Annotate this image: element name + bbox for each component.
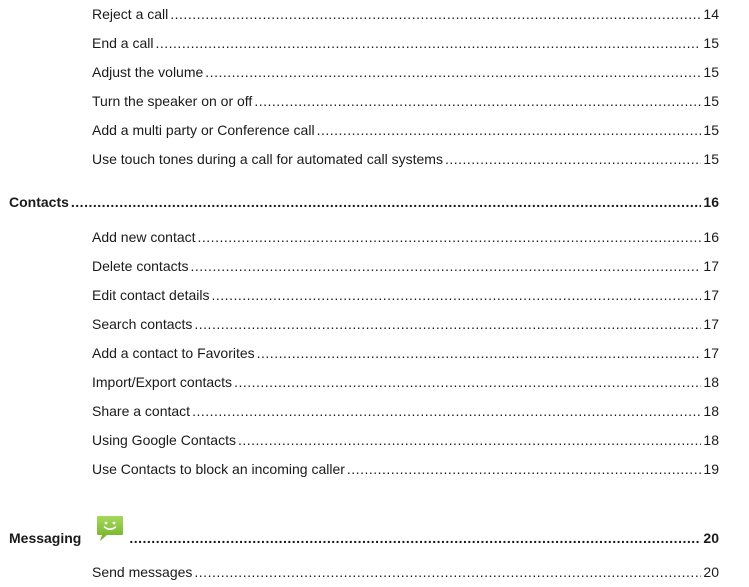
toc-page-number: 19 — [703, 461, 719, 477]
toc-entry-label: Send messages — [92, 564, 193, 580]
toc-entry-favorites[interactable]: Add a contact to Favorites 17 — [92, 344, 719, 362]
dot-leader — [317, 121, 702, 139]
dot-leader — [170, 5, 701, 23]
dot-leader — [445, 150, 701, 168]
toc-section-label: Contacts — [9, 194, 69, 210]
dot-leader — [234, 373, 701, 391]
toc-entry-label: Use Contacts to block an incoming caller — [92, 461, 345, 477]
toc-entry-delete-contacts[interactable]: Delete contacts 17 — [92, 257, 719, 275]
toc-entry-label: Import/Export contacts — [92, 374, 233, 390]
dot-leader — [347, 460, 702, 478]
toc-entry-block-caller[interactable]: Use Contacts to block an incoming caller… — [92, 460, 719, 478]
toc-page-number: 16 — [703, 194, 719, 210]
toc-page-number: 18 — [703, 403, 719, 419]
toc-page-number: 15 — [703, 35, 719, 51]
toc-page-number: 16 — [703, 229, 719, 245]
toc-entry-label: Reject a call — [92, 6, 169, 22]
toc-page-number: 18 — [703, 374, 719, 390]
dot-leader — [257, 344, 702, 362]
dot-leader — [194, 315, 701, 333]
toc-page-number: 15 — [703, 64, 719, 80]
dot-leader — [192, 402, 701, 420]
toc-entry-label: Adjust the volume — [92, 64, 204, 80]
dot-leader — [71, 193, 702, 211]
dot-leader — [198, 228, 702, 246]
toc-section-messaging[interactable]: Messaging 20 — [9, 513, 719, 547]
toc-page-number: 17 — [703, 287, 719, 303]
toc-page-number: 17 — [703, 345, 719, 361]
toc-entry-import-export[interactable]: Import/Export contacts 18 — [92, 373, 719, 391]
toc-entry-label: Share a contact — [92, 403, 191, 419]
toc-entry-label: Delete contacts — [92, 258, 189, 274]
toc-page-number: 15 — [703, 151, 719, 167]
dot-leader — [191, 257, 702, 275]
toc-entry-label: Add a multi party or Conference call — [92, 122, 315, 138]
toc-page-number: 14 — [703, 6, 719, 22]
toc-page-number: 15 — [703, 93, 719, 109]
toc-entry-label: Search contacts — [92, 316, 193, 332]
toc-entry-end-call[interactable]: End a call 15 — [92, 34, 719, 52]
dot-leader — [129, 529, 701, 547]
toc-entry-reject-call[interactable]: Reject a call 14 — [92, 5, 719, 23]
messaging-app-icon — [95, 513, 125, 543]
dot-leader — [205, 63, 701, 81]
dot-leader — [238, 431, 701, 449]
toc-entry-label: Use touch tones during a call for automa… — [92, 151, 443, 167]
toc-page-number: 17 — [703, 316, 719, 332]
dot-leader — [254, 92, 701, 110]
toc-entry-edit-contact[interactable]: Edit contact details 17 — [92, 286, 719, 304]
toc-page-number: 20 — [703, 564, 719, 580]
toc-entry-label: Add new contact — [92, 229, 196, 245]
toc-entry-label: Using Google Contacts — [92, 432, 236, 448]
toc-entry-label: Turn the speaker on or off — [92, 93, 253, 109]
toc-section-contacts[interactable]: Contacts 16 — [9, 193, 719, 211]
toc-entry-conference-call[interactable]: Add a multi party or Conference call 15 — [92, 121, 719, 139]
toc-entry-adjust-volume[interactable]: Adjust the volume 15 — [92, 63, 719, 81]
dot-leader — [155, 34, 701, 52]
toc-entry-touch-tones[interactable]: Use touch tones during a call for automa… — [92, 150, 719, 168]
toc-page-number: 20 — [703, 530, 719, 546]
toc-entry-send-messages[interactable]: Send messages 20 — [92, 563, 719, 581]
toc-entry-share-contact[interactable]: Share a contact 18 — [92, 402, 719, 420]
toc-entry-label: Edit contact details — [92, 287, 210, 303]
toc-entry-speaker[interactable]: Turn the speaker on or off 15 — [92, 92, 719, 110]
toc-entry-add-contact[interactable]: Add new contact 16 — [92, 228, 719, 246]
toc-section-label: Messaging — [9, 530, 82, 546]
dot-leader — [194, 563, 701, 581]
toc-entry-label: Add a contact to Favorites — [92, 345, 255, 361]
toc-page-number: 15 — [703, 122, 719, 138]
toc-entry-label: End a call — [92, 35, 154, 51]
toc-entry-search-contacts[interactable]: Search contacts 17 — [92, 315, 719, 333]
toc-page-number: 18 — [703, 432, 719, 448]
toc-entry-google-contacts[interactable]: Using Google Contacts 18 — [92, 431, 719, 449]
dot-leader — [212, 286, 702, 304]
toc-page-number: 17 — [703, 258, 719, 274]
